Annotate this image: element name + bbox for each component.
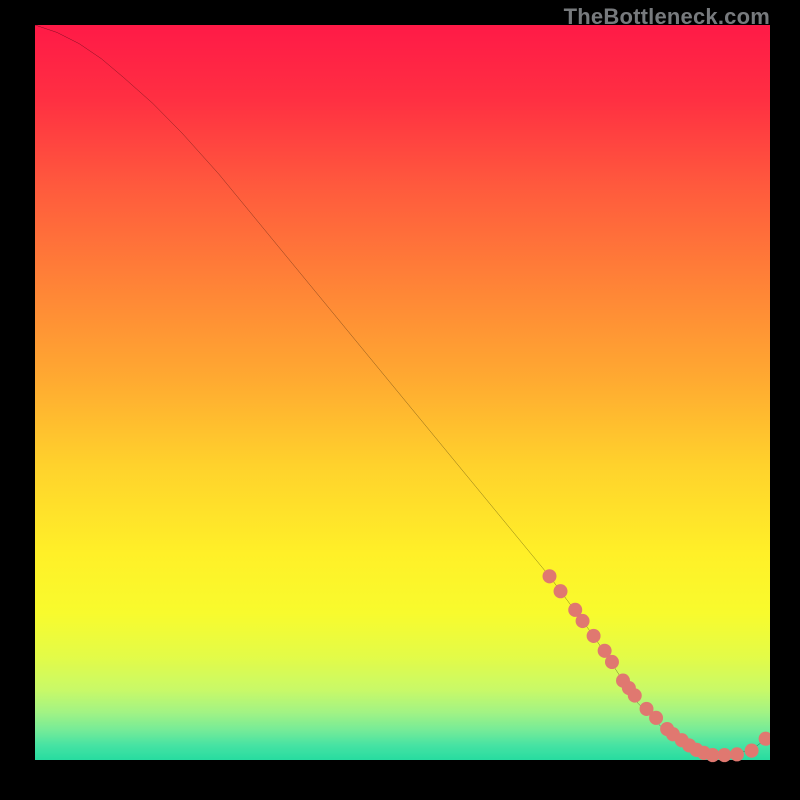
marker-dot [543,569,557,583]
marker-dot [554,584,568,598]
marker-dot [605,655,619,669]
curve-layer [35,25,770,770]
marker-dot [628,688,642,702]
marker-dot [587,629,601,643]
curve-line [35,25,770,755]
marker-group [543,569,770,762]
marker-dot [717,748,731,762]
marker-dot [730,747,744,761]
marker-dot [649,711,663,725]
marker-dot [576,614,590,628]
chart-stage: TheBottleneck.com [0,0,800,800]
marker-dot [745,744,759,758]
plot-area [35,25,770,770]
marker-dot [759,732,770,746]
